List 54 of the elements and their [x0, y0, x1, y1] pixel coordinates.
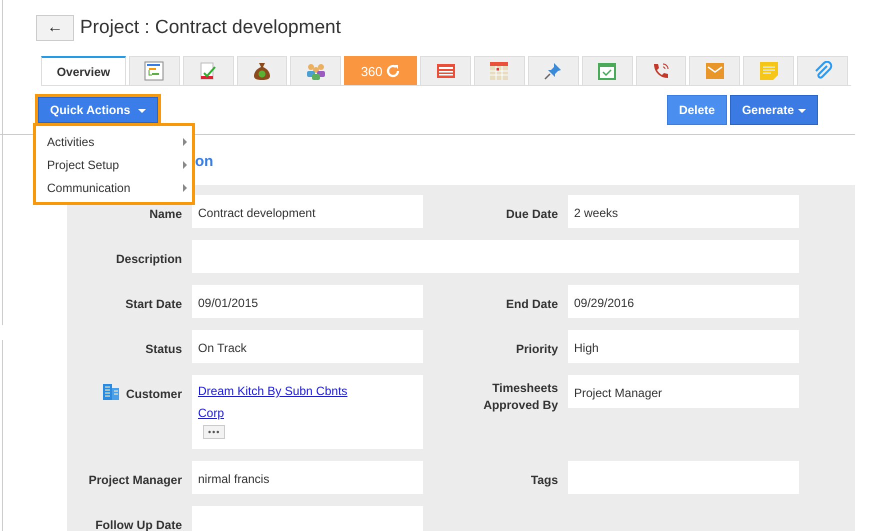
calendar-icon	[489, 61, 510, 81]
tab[interactable]	[474, 56, 525, 85]
field-label: Name	[149, 207, 182, 221]
tab[interactable]	[290, 56, 342, 85]
field-label: Priority	[516, 342, 558, 356]
phone-icon	[651, 61, 672, 81]
value-text: 2 weeks	[574, 206, 618, 220]
building-icon	[102, 383, 120, 400]
tab[interactable]	[128, 56, 180, 85]
value-text: nirmal francis	[198, 472, 270, 486]
generate-button[interactable]: Generate	[730, 95, 818, 125]
tab[interactable]	[636, 56, 686, 85]
page-title: Project : Contract development	[80, 17, 341, 39]
field-label: Timesheets Approved By	[482, 380, 558, 414]
tab[interactable]	[528, 56, 579, 85]
paperclip-icon	[812, 61, 833, 81]
people-icon	[304, 62, 327, 80]
value-text: On Track	[198, 341, 247, 355]
customer-link[interactable]: Dream Kitch By Subn Cbnts Corp	[198, 380, 358, 424]
tab[interactable]	[797, 56, 848, 85]
back-button[interactable]: ←	[36, 15, 74, 41]
value-text: Contract development	[198, 206, 316, 220]
task-icon	[199, 61, 218, 81]
tab[interactable]	[182, 56, 234, 85]
field-label: Customer	[126, 387, 182, 401]
value-text: 09/29/2016	[574, 296, 634, 310]
money-bag-icon	[252, 61, 271, 81]
section-heading: on	[195, 153, 214, 170]
field-label: Status	[145, 342, 182, 356]
field-label: End Date	[506, 297, 558, 311]
value-text: High	[574, 341, 599, 355]
field-label: Due Date	[506, 207, 558, 221]
menu-item[interactable]: Communication	[36, 177, 192, 200]
field-label: Tags	[530, 473, 558, 487]
tab[interactable]: Overview	[41, 56, 126, 85]
list-icon	[436, 63, 456, 79]
note-icon	[758, 61, 779, 81]
field-label: Description	[116, 252, 182, 266]
tab[interactable]	[420, 56, 471, 85]
calendar-check-icon	[597, 61, 618, 81]
more-button[interactable]: •••	[203, 425, 226, 439]
gantt-chart-icon	[144, 61, 164, 81]
envelope-icon	[704, 62, 725, 80]
refresh-icon	[384, 63, 401, 79]
tab[interactable]	[582, 56, 633, 85]
menu-item[interactable]: Project Setup	[36, 154, 192, 177]
field-label: Project Manager	[88, 473, 182, 487]
value-text: Project Manager	[574, 386, 662, 400]
menu-item[interactable]: Activities	[36, 131, 192, 154]
field-label: Start Date	[125, 297, 182, 311]
pin-icon	[543, 61, 564, 81]
quick-actions-button[interactable]: Quick Actions	[38, 97, 158, 123]
tab[interactable]	[236, 56, 288, 85]
value-text: 09/01/2015	[198, 296, 258, 310]
